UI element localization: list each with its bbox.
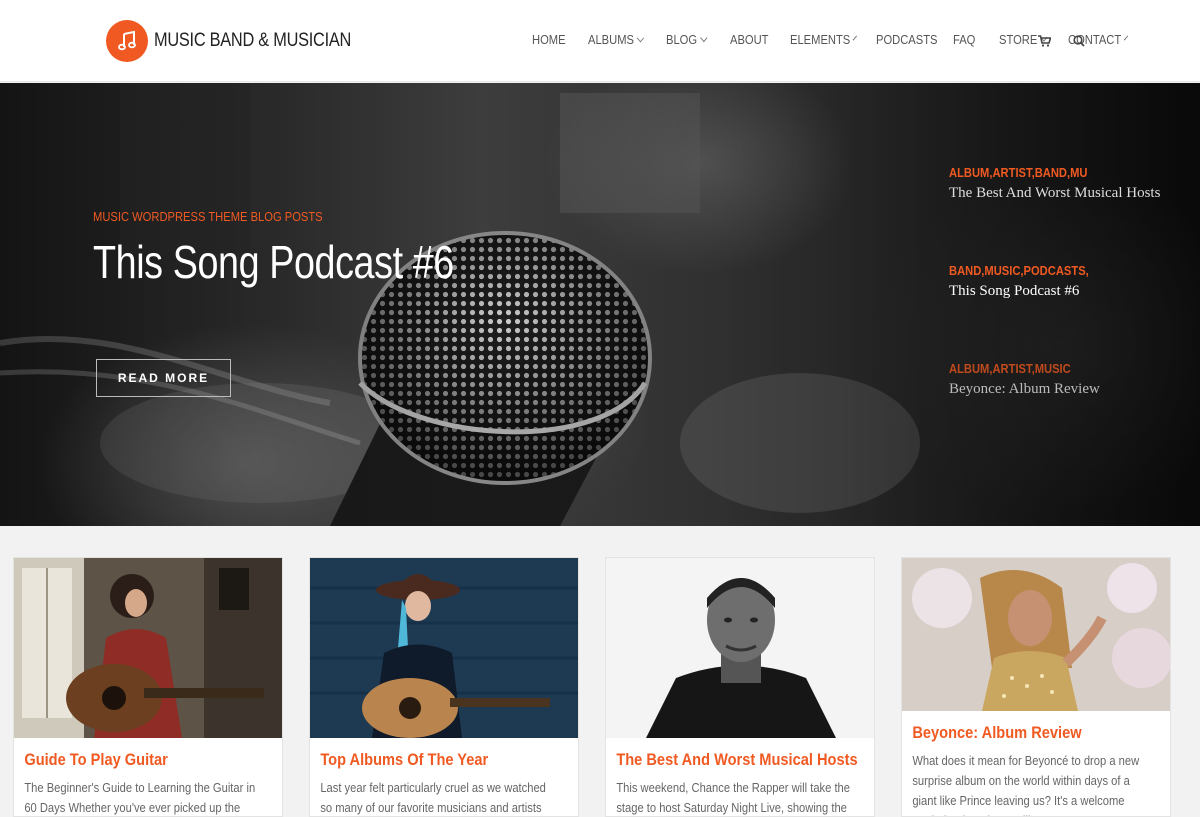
site-header: MUSIC BAND & MUSICIAN HOME ALBUMS BLOG A… [0,0,1200,82]
nav-label: BLOG [666,32,698,47]
nav-label: FAQ [953,32,976,47]
side-post[interactable]: BAND,MUSIC,PODCASTS, This Song Podcast #… [949,263,1179,302]
chevron-down-icon [700,33,708,42]
cart-icon[interactable] [1038,34,1052,52]
hero-overlay [0,83,1200,526]
card-title[interactable]: The Best And Worst Musical Hosts [606,750,857,770]
side-post[interactable]: ALBUM,ARTIST,MUSIC Beyonce: Album Review [949,361,1179,400]
nav-item-elements[interactable]: ELEMENTS [790,32,858,47]
nav-label: STORE [999,32,1038,47]
hero-title[interactable]: This Song Podcast #6 [93,235,454,289]
header-icons [1038,34,1085,52]
side-post-categories[interactable]: BAND,MUSIC,PODCASTS, [949,263,1147,278]
card-title[interactable]: Beyonce: Album Review [902,723,1132,743]
cowgirl-with-guitar-photo[interactable] [310,558,578,738]
nav-item-blog[interactable]: BLOG [666,32,709,47]
hero-kicker[interactable]: MUSIC WORDPRESS THEME BLOG POSTS [93,209,323,224]
post-card[interactable]: The Best And Worst Musical Hosts This we… [605,557,875,817]
card-excerpt: The Beginner's Guide to Learning the Gui… [24,780,256,815]
singer-performing-photo[interactable] [902,558,1170,711]
side-post-title[interactable]: This Song Podcast #6 [949,280,1179,302]
card-excerpt: This weekend, Chance the Rapper will tak… [616,780,850,815]
side-post-title[interactable]: Beyonce: Album Review [949,378,1179,400]
nav-label: ABOUT [730,32,769,47]
site-logo[interactable]: MUSIC BAND & MUSICIAN [106,20,383,62]
hero-slider: MUSIC WORDPRESS THEME BLOG POSTS This So… [0,83,1200,526]
side-post[interactable]: ALBUM,ARTIST,BAND,MU The Best And Worst … [949,165,1179,204]
card-title[interactable]: Guide To Play Guitar [14,750,244,770]
nav-label: PODCASTS [876,32,938,47]
nav-item-albums[interactable]: ALBUMS [588,32,645,47]
chevron-down-icon [1123,35,1129,40]
card-excerpt: What does it mean for Beyoncé to drop a … [912,753,1140,816]
site-name: MUSIC BAND & MUSICIAN [154,30,352,51]
side-post-categories[interactable]: ALBUM,ARTIST,MUSIC [949,361,1147,376]
nav-item-podcasts[interactable]: PODCASTS [876,32,938,47]
search-icon[interactable] [1073,34,1085,52]
card-excerpt: Last year felt particularly cruel as we … [320,780,546,815]
woman-playing-guitar-photo[interactable] [14,558,282,738]
post-card[interactable]: Top Albums Of The Year Last year felt pa… [309,557,579,817]
side-post-categories[interactable]: ALBUM,ARTIST,BAND,MU [949,165,1147,180]
chevron-down-icon [637,33,645,42]
chevron-down-icon [852,35,858,40]
side-post-title[interactable]: The Best And Worst Musical Hosts [949,182,1179,204]
post-card[interactable]: Guide To Play Guitar The Beginner's Guid… [13,557,283,817]
music-note-icon [106,20,148,62]
post-card[interactable]: Beyonce: Album Review What does it mean … [901,557,1171,817]
nav-label: ELEMENTS [790,32,851,47]
man-portrait-photo[interactable] [606,558,874,738]
nav-item-home[interactable]: HOME [532,32,568,47]
nav-label: ALBUMS [588,32,634,47]
nav-item-about[interactable]: ABOUT [730,32,770,47]
nav-item-faq[interactable]: FAQ [953,32,981,47]
read-more-button[interactable]: READ MORE [96,359,231,397]
card-title[interactable]: Top Albums Of The Year [310,750,540,770]
nav-label: HOME [532,32,566,47]
